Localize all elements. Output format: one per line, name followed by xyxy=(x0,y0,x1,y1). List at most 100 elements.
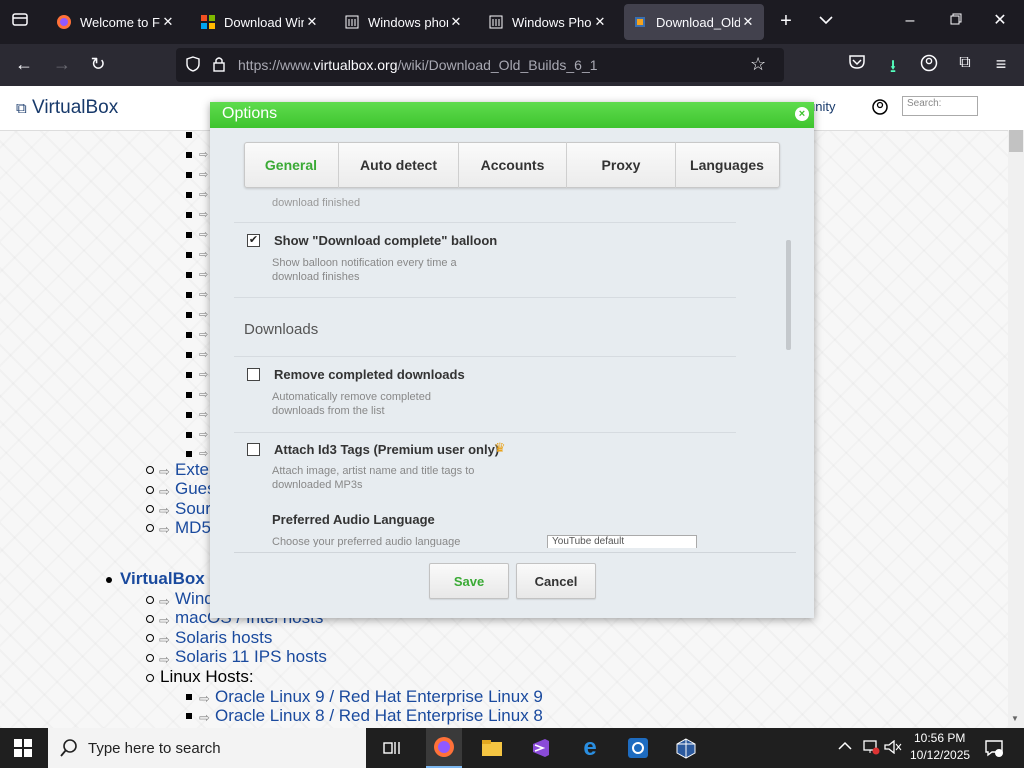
taskbar-search-placeholder[interactable]: Type here to search xyxy=(88,740,221,757)
reload-icon[interactable]: ↻ xyxy=(86,54,110,76)
page-link-solaris-11-hosts[interactable]: Solaris 11 IPS hosts xyxy=(175,647,327,667)
internet-explorer-icon[interactable]: e xyxy=(574,734,606,762)
audio-language-select[interactable]: YouTube default xyxy=(547,535,697,549)
lock-icon[interactable] xyxy=(212,55,226,78)
chevron-down-icon[interactable] xyxy=(814,12,838,36)
close-icon[interactable]: ✕ xyxy=(304,14,320,30)
tab-list-icon[interactable] xyxy=(8,10,32,34)
account-icon[interactable] xyxy=(918,54,940,76)
divider xyxy=(234,432,736,433)
scrollbar-thumb[interactable] xyxy=(1009,130,1023,152)
page-link-oracle-linux-9[interactable]: Oracle Linux 9 / Red Hat Enterprise Linu… xyxy=(215,687,543,707)
scroll-down-icon[interactable]: ▼ xyxy=(1011,714,1019,723)
id3-tags-title[interactable]: Attach Id3 Tags (Premium user only) xyxy=(274,442,499,457)
link-arrow-icon: ⇨ xyxy=(199,249,209,261)
close-window-icon[interactable]: ✕ xyxy=(988,10,1012,30)
link-arrow-icon: ⇨ xyxy=(199,329,209,341)
page-link-ext[interactable]: Exte xyxy=(175,460,209,480)
forward-icon[interactable]: → xyxy=(50,54,74,76)
close-icon[interactable]: ✕ xyxy=(160,14,176,30)
minimize-icon[interactable]: – xyxy=(898,12,922,32)
list-bullet xyxy=(186,212,192,218)
list-bullet xyxy=(186,372,192,378)
user-icon[interactable] xyxy=(872,99,888,120)
tab-welcome-firefox[interactable]: Welcome to Firefox ✕ xyxy=(48,4,184,40)
shield-icon[interactable] xyxy=(186,56,200,77)
list-bullet xyxy=(186,352,192,358)
downloads-icon[interactable]: ⭳ xyxy=(882,54,904,76)
remote-app-icon[interactable] xyxy=(622,734,654,762)
remove-completed-checkbox[interactable] xyxy=(247,368,260,381)
page-link-windows-hosts[interactable]: Wind xyxy=(175,589,214,609)
task-view-icon[interactable] xyxy=(376,734,408,762)
page-link-md5[interactable]: MD5 xyxy=(175,518,211,538)
list-bullet xyxy=(186,252,192,258)
menu-icon[interactable]: ≡ xyxy=(990,54,1012,76)
notifications-icon[interactable] xyxy=(984,738,1004,763)
remove-completed-title[interactable]: Remove completed downloads xyxy=(274,367,465,382)
url-text[interactable]: https://www.virtualbox.org/wiki/Download… xyxy=(238,57,598,73)
save-button[interactable]: Save xyxy=(429,563,509,599)
tab-proxy[interactable]: Proxy xyxy=(567,142,676,188)
tab-windows-phone-2[interactable]: Windows Phone ✕ xyxy=(480,4,616,40)
page-scrollbar[interactable]: ▲ ▼ xyxy=(1008,130,1024,728)
tab-general[interactable]: General xyxy=(244,142,339,188)
volume-icon[interactable] xyxy=(884,739,902,759)
tab-download-old-builds[interactable]: Download_Old_Builds ✕ xyxy=(624,4,764,40)
id3-tags-desc: Attach image, artist name and title tags… xyxy=(272,465,475,491)
audio-language-title: Preferred Audio Language xyxy=(272,512,435,527)
new-tab-icon[interactable]: + xyxy=(774,10,798,34)
visual-studio-icon[interactable] xyxy=(524,734,556,762)
id3-tags-checkbox[interactable] xyxy=(247,443,260,456)
link-arrow-icon: ⇨ xyxy=(159,484,170,499)
close-icon[interactable]: ✕ xyxy=(592,14,608,30)
site-logo[interactable]: ⧉ VirtualBox xyxy=(16,97,118,119)
balloon-option-title[interactable]: Show "Download complete" balloon xyxy=(274,233,497,248)
url-bar[interactable]: https://www.virtualbox.org/wiki/Download… xyxy=(176,48,784,82)
tab-auto-detect[interactable]: Auto detect xyxy=(339,142,459,188)
pocket-icon[interactable] xyxy=(846,54,868,76)
page-link-solaris-hosts[interactable]: Solaris hosts xyxy=(175,628,272,648)
clipped-description: download finished xyxy=(272,197,361,208)
link-arrow-icon: ⇨ xyxy=(159,652,170,667)
cancel-button[interactable]: Cancel xyxy=(516,563,596,599)
tab-accounts[interactable]: Accounts xyxy=(459,142,567,188)
taskbar-date[interactable]: 10/12/2025 xyxy=(910,748,970,762)
virtualbox-logo-icon: ⧉ xyxy=(16,100,27,117)
list-bullet xyxy=(186,432,192,438)
restore-icon[interactable] xyxy=(944,12,968,32)
link-arrow-icon: ⇨ xyxy=(159,503,170,518)
start-button[interactable] xyxy=(14,739,32,762)
back-icon[interactable]: ← xyxy=(12,54,36,76)
extensions-icon[interactable]: ⧉ xyxy=(954,54,976,76)
list-bullet xyxy=(186,152,192,158)
tab-title: Windows phone xyxy=(368,14,448,30)
site-search-input[interactable]: Search: xyxy=(902,96,978,116)
virtualbox-taskbar-icon[interactable] xyxy=(670,734,702,762)
list-bullet xyxy=(146,505,154,513)
close-icon[interactable]: ✕ xyxy=(448,14,464,30)
list-bullet xyxy=(186,232,192,238)
page-section-link[interactable]: VirtualBox xyxy=(120,569,205,589)
taskbar-firefox-icon[interactable] xyxy=(426,728,462,768)
list-bullet xyxy=(186,451,192,457)
search-icon xyxy=(60,738,78,763)
link-arrow-icon: ⇨ xyxy=(159,522,170,537)
page-link-source[interactable]: Sour xyxy=(175,499,211,519)
balloon-checkbox[interactable]: ✔ xyxy=(247,234,260,247)
tab-title: Welcome to Firefox xyxy=(80,14,160,30)
close-icon[interactable]: ✕ xyxy=(740,14,756,30)
file-explorer-icon[interactable] xyxy=(476,734,508,762)
taskbar-time[interactable]: 10:56 PM xyxy=(914,731,965,745)
close-icon[interactable]: × xyxy=(795,107,809,121)
tab-languages[interactable]: Languages xyxy=(676,142,778,188)
tab-windows-phone[interactable]: Windows phone ✕ xyxy=(336,4,472,40)
options-scrollbar-thumb[interactable] xyxy=(786,240,791,350)
bookmark-star-icon[interactable]: ☆ xyxy=(750,54,766,75)
chevron-up-icon[interactable] xyxy=(838,740,852,754)
content-bottom-edge xyxy=(232,548,804,554)
dialog-title: Options xyxy=(222,105,278,122)
network-icon[interactable] xyxy=(862,739,880,760)
page-link-oracle-linux-8[interactable]: Oracle Linux 8 / Red Hat Enterprise Linu… xyxy=(215,706,543,726)
tab-download-windows[interactable]: Download Windows ✕ xyxy=(192,4,328,40)
